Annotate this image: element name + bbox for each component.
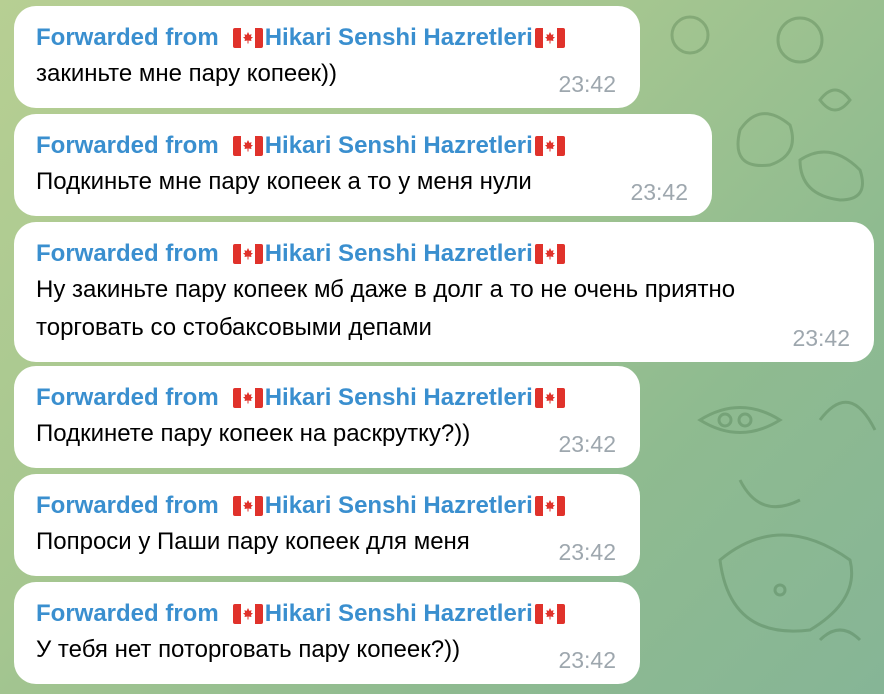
message-text: Попроси у Паши пару копеек для меня [36, 528, 470, 555]
canada-flag-icon [534, 388, 565, 408]
canada-flag-icon [534, 496, 565, 516]
message-text: торговать со стобаксовыми депами [36, 314, 432, 341]
forwarded-sender-name[interactable]: Hikari Senshi Hazretleri [265, 382, 533, 414]
forwarded-sender-name[interactable]: Hikari Senshi Hazretleri [265, 22, 533, 54]
forwarded-from-label: Forwarded from [36, 384, 219, 411]
forwarded-header[interactable]: Forwarded from Hikari Senshi Hazretleri [36, 238, 852, 270]
message-bubble[interactable]: Forwarded from Hikari Senshi Hazretleri Ну… [14, 222, 874, 362]
canada-flag-icon [534, 244, 565, 264]
forwarded-sender-name[interactable]: Hikari Senshi Hazretleri [265, 598, 533, 630]
canada-flag-icon [534, 28, 565, 48]
message-bubble[interactable]: Forwarded from Hikari Senshi Hazretleri за… [14, 6, 640, 108]
forwarded-from-label: Forwarded from [36, 132, 219, 159]
message-timestamp: 23:42 [558, 71, 616, 97]
canada-flag-icon [232, 388, 263, 408]
forwarded-from-label: Forwarded from [36, 492, 219, 519]
message-timestamp: 23:42 [630, 179, 688, 205]
forwarded-from-label: Forwarded from [36, 600, 219, 627]
forwarded-from-label: Forwarded from [36, 24, 219, 51]
canada-flag-icon [534, 136, 565, 156]
canada-flag-icon [232, 136, 263, 156]
message-bubble[interactable]: Forwarded from Hikari Senshi Hazretleri У … [14, 582, 640, 684]
forwarded-header[interactable]: Forwarded from Hikari Senshi Hazretleri [36, 490, 618, 522]
forwarded-from-label: Forwarded from [36, 240, 219, 267]
message-timestamp: 23:42 [558, 431, 616, 457]
canada-flag-icon [232, 28, 263, 48]
forwarded-header[interactable]: Forwarded from Hikari Senshi Hazretleri [36, 130, 690, 162]
forwarded-sender-name[interactable]: Hikari Senshi Hazretleri [265, 130, 533, 162]
message-bubble[interactable]: Forwarded from Hikari Senshi Hazretleri По… [14, 366, 640, 468]
message-timestamp: 23:42 [792, 325, 850, 351]
canada-flag-icon [232, 496, 263, 516]
message-text: Подкиньте мне пару копеек а то у меня ну… [36, 168, 532, 195]
forwarded-sender-name[interactable]: Hikari Senshi Hazretleri [265, 238, 533, 270]
forwarded-header[interactable]: Forwarded from Hikari Senshi Hazretleri [36, 22, 618, 54]
forwarded-header[interactable]: Forwarded from Hikari Senshi Hazretleri [36, 382, 618, 414]
forwarded-header[interactable]: Forwarded from Hikari Senshi Hazretleri [36, 598, 618, 630]
message-text: закиньте мне пару копеек)) [36, 60, 338, 87]
message-text: Подкинете пару копеек на раскрутку?)) [36, 420, 471, 447]
canada-flag-icon [232, 604, 263, 624]
forwarded-sender-name[interactable]: Hikari Senshi Hazretleri [265, 490, 533, 522]
message-text: Ну закиньте пару копеек мб даже в долг а… [36, 276, 736, 303]
message-timestamp: 23:42 [558, 539, 616, 565]
message-bubble[interactable]: Forwarded from Hikari Senshi Hazretleri По… [14, 474, 640, 576]
canada-flag-icon [534, 604, 565, 624]
message-timestamp: 23:42 [558, 647, 616, 673]
message-text: У тебя нет поторговать пару копеек?)) [36, 636, 461, 663]
canada-flag-icon [232, 244, 263, 264]
message-bubble[interactable]: Forwarded from Hikari Senshi Hazretleri По… [14, 114, 712, 216]
